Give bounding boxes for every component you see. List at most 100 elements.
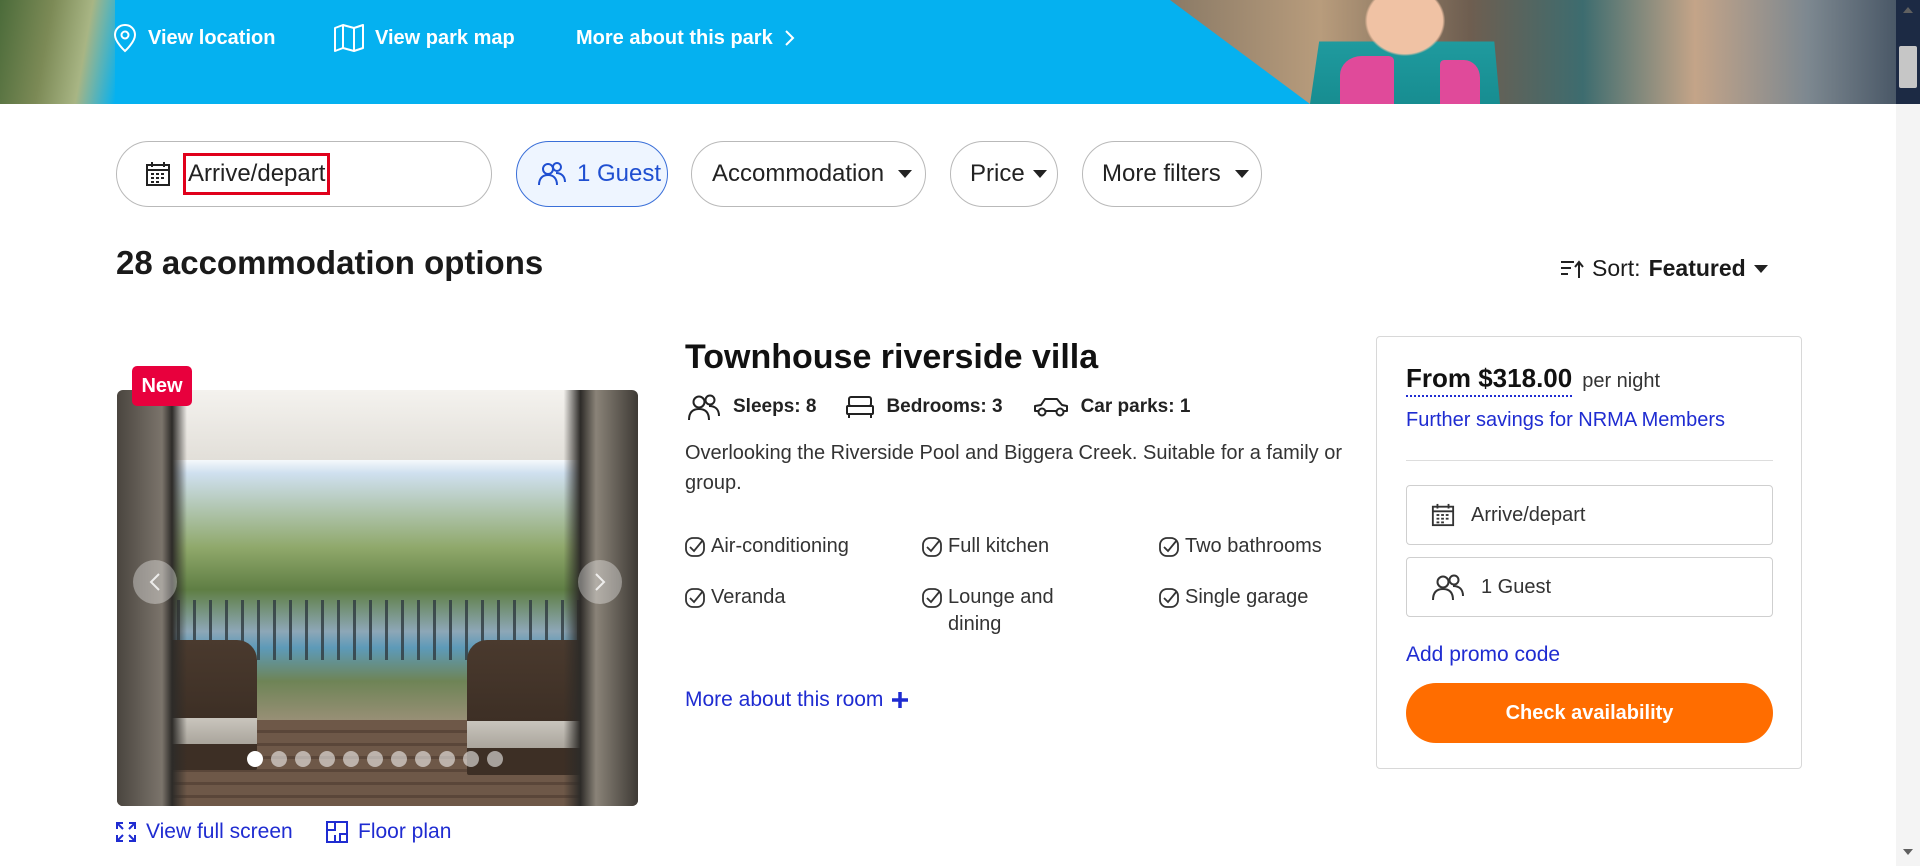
caret-down-icon xyxy=(898,170,913,178)
calendar-icon xyxy=(1431,503,1455,527)
carousel-dot[interactable] xyxy=(439,751,455,767)
accommodation-stats: Sleeps: 8 Bedrooms: 3 Car parks: 1 xyxy=(687,393,1220,421)
floor-plan-label: Floor plan xyxy=(358,820,452,843)
booking-guests-field[interactable]: 1 Guest xyxy=(1406,557,1773,617)
hero-banner: View location View park map More about t… xyxy=(0,0,1920,104)
carousel-dots xyxy=(247,751,503,767)
booking-panel: From $318.00 per night Further savings f… xyxy=(1376,336,1802,769)
more-about-room-link[interactable]: More about this room xyxy=(685,688,909,712)
carousel-dot[interactable] xyxy=(463,751,479,767)
scrollbar-thumb[interactable] xyxy=(1899,46,1917,88)
check-availability-button[interactable]: Check availability xyxy=(1406,683,1773,743)
price-from[interactable]: From $318.00 xyxy=(1406,363,1573,397)
calendar-icon xyxy=(146,162,170,186)
sort-value: Featured xyxy=(1648,255,1746,281)
carousel-dot[interactable] xyxy=(487,751,503,767)
sort-prefix: Sort: xyxy=(1592,255,1641,281)
feature-label: Full kitchen xyxy=(948,535,1050,557)
carousel-dot[interactable] xyxy=(247,751,263,767)
sort-dropdown[interactable]: Sort: Featured xyxy=(1560,255,1768,282)
car-icon xyxy=(1033,398,1068,417)
sleeps-label: Sleeps: 8 xyxy=(733,396,817,417)
check-circle-icon xyxy=(1159,588,1179,608)
view-full-screen-label: View full screen xyxy=(146,820,293,843)
add-promo-code-link[interactable]: Add promo code xyxy=(1406,643,1560,667)
car-parks-stat: Car parks: 1 xyxy=(1033,396,1190,418)
more-about-park-link[interactable]: More about this park xyxy=(576,20,795,56)
vertical-scrollbar[interactable] xyxy=(1896,104,1920,866)
check-circle-icon xyxy=(685,537,705,557)
guests-icon xyxy=(1432,574,1464,601)
floor-plan-link[interactable]: Floor plan xyxy=(326,820,451,844)
feature-label: Two bathrooms xyxy=(1185,535,1322,557)
check-circle-icon xyxy=(922,537,942,557)
check-circle-icon xyxy=(922,588,942,608)
booking-date-label: Arrive/depart xyxy=(1471,503,1586,526)
member-savings-link[interactable]: Further savings for NRMA Members xyxy=(1406,409,1725,432)
carousel-dot[interactable] xyxy=(319,751,335,767)
feature-item: Full kitchen xyxy=(922,533,1122,560)
bedrooms-stat: Bedrooms: 3 xyxy=(846,395,1003,419)
people-icon xyxy=(688,394,720,421)
feature-label: Single garage xyxy=(1185,586,1309,608)
map-icon xyxy=(334,24,364,52)
photo-door-frame xyxy=(518,390,638,806)
chevron-right-icon xyxy=(595,573,606,591)
feature-item: Two bathrooms xyxy=(1159,533,1359,560)
more-filters-label: More filters xyxy=(1102,160,1221,187)
new-badge: New xyxy=(132,366,192,406)
feature-item: Single garage xyxy=(1159,584,1359,611)
date-filter-button[interactable]: Arrive/depart xyxy=(116,141,492,207)
hero-photo-left xyxy=(0,0,115,104)
carousel-dot[interactable] xyxy=(295,751,311,767)
scroll-down-arrow-icon[interactable] xyxy=(1902,846,1914,858)
carousel-next-button[interactable] xyxy=(578,560,622,604)
hero-photo-detail xyxy=(1340,56,1394,104)
carousel-dot[interactable] xyxy=(367,751,383,767)
scroll-up-arrow-icon[interactable] xyxy=(1902,4,1914,16)
accommodation-image-carousel[interactable] xyxy=(117,390,638,806)
view-location-link[interactable]: View location xyxy=(112,20,275,56)
carousel-dot[interactable] xyxy=(415,751,431,767)
divider xyxy=(1406,460,1773,461)
view-location-label: View location xyxy=(148,26,276,49)
price-filter-dropdown[interactable]: Price xyxy=(950,141,1058,207)
results-count-heading: 28 accommodation options xyxy=(116,244,544,281)
caret-down-icon xyxy=(1234,170,1249,178)
accommodation-filter-dropdown[interactable]: Accommodation xyxy=(691,141,926,207)
carousel-prev-button[interactable] xyxy=(133,560,177,604)
sleeps-stat: Sleeps: 8 xyxy=(687,393,816,421)
guests-icon xyxy=(538,162,566,186)
view-park-map-label: View park map xyxy=(375,26,515,49)
more-about-room-label: More about this room xyxy=(685,688,884,711)
more-about-park-label: More about this park xyxy=(576,26,773,49)
accommodation-title: Townhouse riverside villa xyxy=(685,338,1099,376)
accommodation-description: Overlooking the Riverside Pool and Bigge… xyxy=(685,442,1342,494)
feature-item: Lounge and dining xyxy=(922,584,1102,638)
feature-item: Air-conditioning xyxy=(685,533,885,560)
accommodation-filter-label: Accommodation xyxy=(712,160,885,187)
view-park-map-link[interactable]: View park map xyxy=(333,20,515,56)
chevron-left-icon xyxy=(149,573,160,591)
per-night-label: per night xyxy=(1582,370,1661,392)
price-line: From $318.00 per night xyxy=(1406,363,1660,397)
bed-icon xyxy=(846,396,875,418)
guests-filter-label: 1 Guest xyxy=(577,160,662,187)
feature-label: Veranda xyxy=(711,586,786,608)
price-filter-label: Price xyxy=(970,160,1025,187)
caret-down-icon xyxy=(1032,170,1047,178)
hero-photo-detail xyxy=(1440,60,1480,104)
expand-icon xyxy=(116,822,136,842)
caret-down-icon xyxy=(1753,264,1768,273)
check-circle-icon xyxy=(1159,537,1179,557)
carousel-dot[interactable] xyxy=(343,751,359,767)
bedrooms-label: Bedrooms: 3 xyxy=(886,396,1003,417)
guests-filter-button[interactable]: 1 Guest xyxy=(516,141,668,207)
more-filters-dropdown[interactable]: More filters xyxy=(1082,141,1262,207)
carousel-dot[interactable] xyxy=(271,751,287,767)
booking-date-field[interactable]: Arrive/depart xyxy=(1406,485,1773,545)
map-pin-icon xyxy=(113,23,137,53)
check-circle-icon xyxy=(685,588,705,608)
carousel-dot[interactable] xyxy=(391,751,407,767)
view-full-screen-link[interactable]: View full screen xyxy=(116,820,293,844)
